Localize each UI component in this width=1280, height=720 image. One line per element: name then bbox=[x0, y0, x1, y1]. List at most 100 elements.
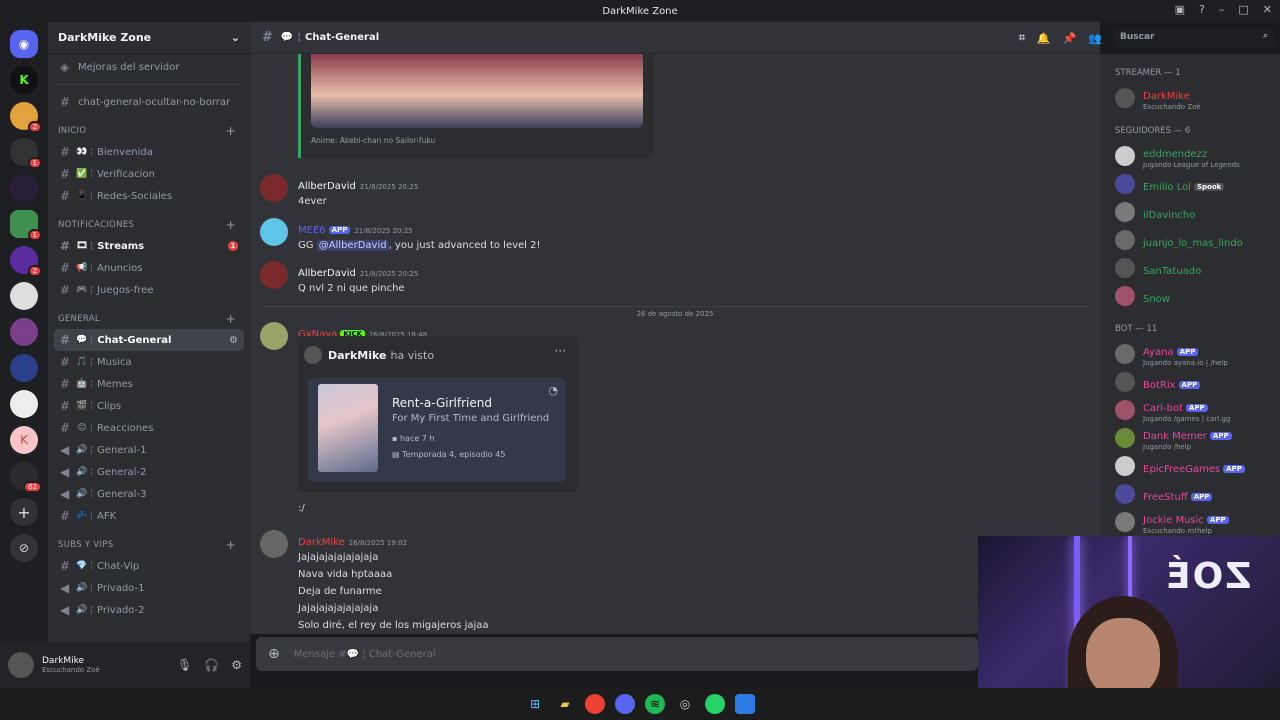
server-icon[interactable] bbox=[10, 318, 38, 346]
channel-item[interactable]: # ✅ ¦ Verificacion bbox=[54, 163, 244, 185]
gear-icon[interactable]: ⚙ bbox=[231, 658, 242, 672]
embed-user[interactable]: DarkMike bbox=[328, 349, 387, 362]
anime-image[interactable] bbox=[311, 54, 643, 128]
channel-item[interactable]: # 🎵 ¦ Musica bbox=[54, 351, 244, 373]
avatar[interactable] bbox=[260, 530, 288, 558]
member-item[interactable]: EpicFreeGames APP bbox=[1100, 452, 1280, 480]
channel-item[interactable]: # chat-general-ocultar-no-borrar bbox=[54, 91, 244, 113]
activity-card[interactable]: ◔ Rent-a-Girlfriend For My First Time an… bbox=[308, 378, 566, 482]
add-server-icon[interactable]: + bbox=[10, 498, 38, 526]
channel-item[interactable]: # 🎬 ¦ Clips bbox=[54, 395, 244, 417]
discord-icon[interactable] bbox=[615, 694, 635, 714]
headphones-icon[interactable]: 🎧 bbox=[204, 658, 219, 672]
message-author[interactable]: AllberDavid bbox=[298, 268, 356, 279]
server-icon[interactable]: 1 bbox=[10, 138, 42, 169]
avatar[interactable] bbox=[260, 218, 288, 246]
avatar[interactable] bbox=[8, 652, 34, 678]
file-explorer-icon[interactable]: ▰ bbox=[555, 694, 575, 714]
avatar[interactable] bbox=[260, 261, 288, 289]
server-header[interactable]: DarkMike Zone ⌄ bbox=[48, 22, 250, 54]
channel-item[interactable]: # 🎮 ¦ Juegos-free bbox=[54, 279, 244, 301]
channel-item[interactable]: # 👀 ¦ Bienvenida bbox=[54, 141, 244, 163]
windows-start-icon[interactable]: ⊞ bbox=[525, 694, 545, 714]
spotify-icon[interactable]: ≋ bbox=[645, 694, 665, 714]
member-item[interactable]: DarkMike Escuchando Zoé bbox=[1100, 84, 1280, 112]
more-icon[interactable]: ··· bbox=[555, 344, 566, 358]
member-item[interactable]: Ayana APP Jugando ayana.io | /help bbox=[1100, 340, 1280, 368]
channel-item[interactable]: # 📱 ¦ Redes-Sociales bbox=[54, 185, 244, 207]
members-icon[interactable]: 👥 bbox=[1088, 32, 1102, 45]
channel-item[interactable]: ◀ 🔊 ¦ Privado-2 bbox=[54, 599, 244, 621]
category-header[interactable]: SUBS Y VIPS + bbox=[48, 535, 250, 555]
channel-item[interactable]: # 📢 ¦ Anuncios bbox=[54, 257, 244, 279]
gear-icon[interactable]: ⚙ bbox=[229, 335, 238, 346]
avatar[interactable] bbox=[260, 322, 288, 350]
message-author[interactable]: MEE6 bbox=[298, 225, 326, 236]
server-icon-kick[interactable]: K bbox=[10, 66, 38, 94]
member-item[interactable]: FreeStuff APP bbox=[1100, 480, 1280, 508]
message-author[interactable]: AllberDavid bbox=[298, 181, 356, 192]
microphone-icon[interactable]: 🎙 bbox=[177, 658, 192, 672]
channel-item[interactable]: ◀ 🔊 ¦ General-2 bbox=[54, 461, 244, 483]
member-item[interactable]: Snow bbox=[1100, 282, 1280, 310]
server-boost-link[interactable]: ◈ Mejoras del servidor bbox=[54, 56, 244, 78]
minimize-button[interactable]: – bbox=[1219, 3, 1225, 16]
channel-item[interactable]: ◀ 🔊 ¦ Privado-1 bbox=[54, 577, 244, 599]
maximize-button[interactable]: □ bbox=[1238, 3, 1248, 16]
category-header[interactable]: NOTIFICACIONES + bbox=[48, 215, 250, 235]
server-icon[interactable]: 2 bbox=[10, 246, 42, 277]
member-item[interactable]: Dank Memer APP Jugando /help bbox=[1100, 424, 1280, 452]
help-icon[interactable]: ? bbox=[1199, 3, 1205, 16]
app-icon[interactable] bbox=[735, 694, 755, 714]
channel-item[interactable]: ◀ 🔊 ¦ General-3 bbox=[54, 483, 244, 505]
user-mention[interactable]: @AllberDavid bbox=[316, 240, 389, 251]
search-input[interactable]: Buscar ⌕ bbox=[1114, 28, 1274, 48]
channel-item[interactable]: # 💎 ¦ Chat-Vip bbox=[54, 555, 244, 577]
discord-home-icon[interactable]: ◉ bbox=[10, 30, 38, 58]
member-item[interactable]: BotRix APP bbox=[1100, 368, 1280, 396]
show-title[interactable]: Rent-a-Girlfriend bbox=[392, 396, 492, 410]
server-icon[interactable] bbox=[10, 390, 38, 418]
server-icon[interactable]: K bbox=[10, 426, 38, 454]
avatar[interactable] bbox=[304, 346, 322, 364]
pin-icon[interactable]: 📌 bbox=[1063, 32, 1077, 45]
plus-icon[interactable]: + bbox=[226, 218, 236, 232]
member-item[interactable]: ilDavincho bbox=[1100, 198, 1280, 226]
server-icon[interactable] bbox=[10, 282, 38, 310]
channel-emoji-icon: 🎵 bbox=[76, 357, 88, 367]
plus-icon[interactable]: + bbox=[226, 538, 236, 552]
add-attachment-icon[interactable]: ⊕ bbox=[268, 646, 280, 662]
member-item[interactable]: eddmendezz Jugando League of Legends bbox=[1100, 142, 1280, 170]
channel-item[interactable]: # 💬 ¦ Chat-General ⚙ bbox=[54, 329, 244, 351]
app-icon[interactable]: ◎ bbox=[675, 694, 695, 714]
member-item[interactable]: juanjo_lo_mas_lindo bbox=[1100, 226, 1280, 254]
category-header[interactable]: INICIO + bbox=[48, 121, 250, 141]
member-item[interactable]: Carl-bot APP Jugando /games | carl.gg bbox=[1100, 396, 1280, 424]
channel-item[interactable]: # 😊 ¦ Reacciones bbox=[54, 417, 244, 439]
server-folder-icon[interactable]: 62 bbox=[10, 462, 42, 493]
bell-icon[interactable]: 🔔 bbox=[1037, 32, 1051, 45]
server-icon[interactable] bbox=[10, 354, 38, 382]
server-icon[interactable]: 1 bbox=[10, 210, 42, 241]
message-input[interactable]: ⊕ Mensaje #💬 ¦ Chat-General bbox=[256, 637, 978, 671]
plus-icon[interactable]: + bbox=[226, 124, 236, 138]
chrome-icon[interactable] bbox=[585, 694, 605, 714]
whatsapp-icon[interactable] bbox=[705, 694, 725, 714]
member-item[interactable]: Emilio Lol Spook bbox=[1100, 170, 1280, 198]
channel-item[interactable]: ◀ 🔊 ¦ General-1 bbox=[54, 439, 244, 461]
channel-item[interactable]: # 🤖 ¦ Memes bbox=[54, 373, 244, 395]
channel-item[interactable]: # 💤 ¦ AFK bbox=[54, 505, 244, 527]
plus-icon[interactable]: + bbox=[226, 312, 236, 326]
close-button[interactable]: ✕ bbox=[1263, 3, 1272, 16]
channel-item[interactable]: # 🎞 ¦ Streams 1 bbox=[54, 235, 244, 257]
threads-icon[interactable]: ⌗ bbox=[1019, 31, 1025, 45]
server-icon[interactable]: 2 bbox=[10, 102, 42, 133]
inbox-icon[interactable]: ▣ bbox=[1175, 3, 1185, 16]
category-header[interactable]: GENERAL + bbox=[48, 309, 250, 329]
member-item[interactable]: Jockie Music APP Escuchando m!help bbox=[1100, 508, 1280, 536]
message-author[interactable]: DarkMike bbox=[298, 537, 345, 548]
avatar[interactable] bbox=[260, 174, 288, 202]
discover-icon[interactable]: ⊘ bbox=[10, 534, 38, 562]
server-icon[interactable] bbox=[10, 174, 38, 202]
member-item[interactable]: SanTatuado bbox=[1100, 254, 1280, 282]
